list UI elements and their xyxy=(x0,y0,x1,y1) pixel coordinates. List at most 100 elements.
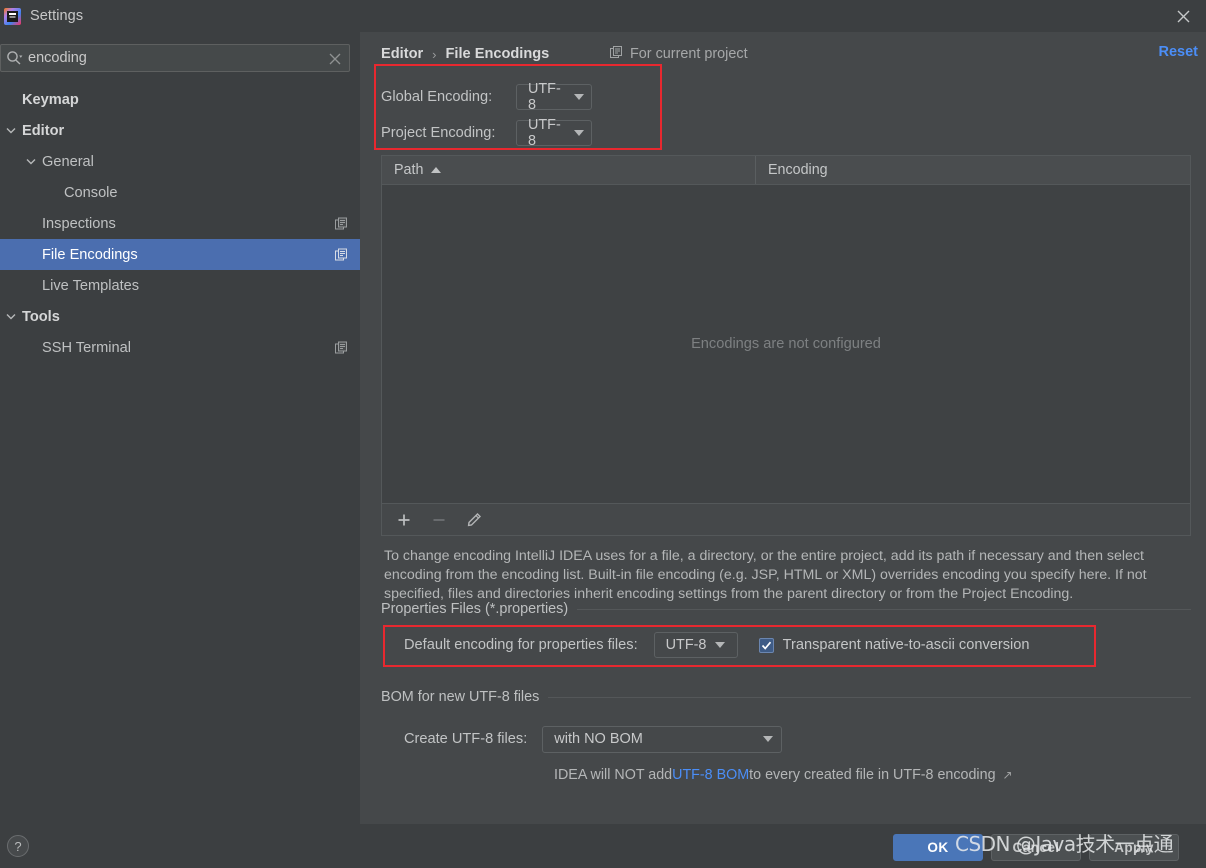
chevron-down-icon xyxy=(574,130,584,136)
add-button[interactable] xyxy=(391,507,417,533)
sidebar-item-tools[interactable]: Tools xyxy=(0,301,360,332)
chevron-down-icon xyxy=(715,642,726,648)
search-box[interactable] xyxy=(0,44,350,72)
project-encoding-select[interactable]: UTF-8 xyxy=(516,117,592,149)
column-header-path[interactable]: Path xyxy=(382,156,756,184)
create-utf8-files-select[interactable]: with NO BOM xyxy=(542,725,783,753)
sidebar-item-label: Keymap xyxy=(22,91,79,108)
section-divider xyxy=(548,696,1191,698)
close-button[interactable] xyxy=(1160,0,1206,32)
help-button[interactable]: ? xyxy=(7,835,29,857)
chevron-down-icon xyxy=(574,94,584,100)
close-icon xyxy=(329,53,341,65)
sidebar-item-label: Live Templates xyxy=(42,277,140,294)
breadcrumb: Editor › File Encodings xyxy=(381,44,549,64)
transparent-native-to-ascii-label: Transparent native-to-ascii conversion xyxy=(782,637,1030,653)
close-icon xyxy=(1177,10,1189,22)
sidebar-item-label: Editor xyxy=(22,122,65,139)
cancel-button[interactable]: Cancel xyxy=(991,834,1081,861)
sidebar-item-editor[interactable]: Editor xyxy=(0,115,360,146)
default-properties-encoding-value: UTF-8 xyxy=(665,637,707,653)
project-scope-icon xyxy=(335,217,348,230)
chevron-down-icon[interactable] xyxy=(0,127,22,134)
plus-icon xyxy=(398,514,410,525)
reset-link[interactable]: Reset xyxy=(1159,44,1199,60)
bom-section-header: BOM for new UTF-8 files xyxy=(381,689,1191,705)
breadcrumb-separator: › xyxy=(432,46,437,62)
sidebar-item-file-encodings[interactable]: File Encodings xyxy=(0,239,360,270)
properties-section-header: Properties Files (*.properties) xyxy=(381,601,1191,617)
search-icon xyxy=(1,45,27,71)
main-panel: Editor › File Encodings For current proj… xyxy=(360,32,1206,824)
sidebar-item-label: File Encodings xyxy=(42,246,138,263)
sidebar-item-label: General xyxy=(42,153,94,170)
search-input[interactable] xyxy=(28,50,321,66)
sidebar-item-label: Tools xyxy=(22,308,60,325)
create-utf8-files-value: with NO BOM xyxy=(554,731,643,747)
column-header-label: Encoding xyxy=(768,162,828,178)
sidebar-item-ssh-terminal[interactable]: SSH Terminal xyxy=(0,332,360,363)
chevron-down-icon xyxy=(763,736,774,742)
global-encoding-row: Global Encoding: UTF-8 xyxy=(381,81,592,113)
global-encoding-select[interactable]: UTF-8 xyxy=(516,81,592,113)
sidebar-item-label: Console xyxy=(64,184,118,201)
transparent-native-to-ascii-checkbox[interactable] xyxy=(758,637,774,653)
column-header-encoding[interactable]: Encoding xyxy=(756,156,1190,184)
encodings-description: To change encoding IntelliJ IDEA uses fo… xyxy=(384,548,1147,603)
breadcrumb-current: File Encodings xyxy=(445,46,550,62)
window-title: Settings xyxy=(30,8,84,24)
project-scope-icon xyxy=(335,248,348,261)
table-empty-message: Encodings are not configured xyxy=(691,336,881,352)
breadcrumb-root[interactable]: Editor xyxy=(381,46,423,62)
sort-ascending-icon xyxy=(431,167,442,173)
sidebar-item-keymap[interactable]: Keymap xyxy=(0,84,360,115)
table-body: Encodings are not configured xyxy=(382,185,1190,503)
column-header-label: Path xyxy=(394,162,424,178)
global-encoding-label: Global Encoding: xyxy=(381,89,493,105)
minus-icon xyxy=(433,518,445,521)
dialog-footer: ? OK Cancel Apply xyxy=(0,824,1206,868)
settings-tree: Keymap Editor General Console Inspection… xyxy=(0,84,360,363)
title-bar: Settings xyxy=(0,0,1206,32)
external-link-icon: ↗ xyxy=(1002,768,1013,782)
ok-button[interactable]: OK xyxy=(893,834,983,861)
encodings-table: Path Encoding Encodings are not configur… xyxy=(381,155,1191,504)
utf8-bom-link[interactable]: UTF-8 BOM xyxy=(672,767,749,783)
apply-button[interactable]: Apply xyxy=(1089,834,1179,861)
pencil-icon xyxy=(467,512,481,526)
create-utf8-files-label: Create UTF-8 files: xyxy=(404,731,528,747)
settings-dialog: Settings encoding Keymap Editor General … xyxy=(0,0,1206,868)
properties-section-title: Properties Files (*.properties) xyxy=(381,601,569,617)
chevron-down-icon[interactable] xyxy=(0,313,22,320)
section-divider xyxy=(577,608,1191,610)
search-clear-button[interactable] xyxy=(321,45,349,71)
sidebar-item-general[interactable]: General xyxy=(0,146,360,177)
checkmark-icon xyxy=(761,641,771,650)
for-current-project-label: For current project xyxy=(610,44,748,64)
sidebar-item-live-templates[interactable]: Live Templates xyxy=(0,270,360,301)
create-utf8-files-row: Create UTF-8 files: with NO BOM xyxy=(404,725,783,753)
project-scope-icon xyxy=(610,45,623,63)
edit-button[interactable] xyxy=(461,507,487,533)
sidebar-item-inspections[interactable]: Inspections xyxy=(0,208,360,239)
project-encoding-row: Project Encoding: UTF-8 xyxy=(381,117,592,149)
for-current-project-text: For current project xyxy=(630,46,748,62)
bom-section-title: BOM for new UTF-8 files xyxy=(381,689,540,705)
sidebar-item-label: Inspections xyxy=(42,215,116,232)
default-properties-encoding-select[interactable]: UTF-8 xyxy=(653,632,738,658)
project-scope-icon xyxy=(335,341,348,354)
remove-button[interactable] xyxy=(426,507,452,533)
sidebar-item-console[interactable]: Console xyxy=(0,177,360,208)
bom-note: IDEA will NOT add UTF-8 BOM to every cre… xyxy=(554,767,1013,783)
table-toolbar xyxy=(381,504,1191,536)
settings-sidebar: Keymap Editor General Console Inspection… xyxy=(0,32,360,824)
intellij-idea-logo-icon xyxy=(4,7,21,25)
bom-note-suffix: to every created file in UTF-8 encoding xyxy=(749,767,996,783)
default-properties-encoding-label: Default encoding for properties files: xyxy=(404,637,638,653)
chevron-down-icon[interactable] xyxy=(20,158,42,165)
sidebar-item-label: SSH Terminal xyxy=(42,339,131,356)
default-properties-encoding-row: Default encoding for properties files: U… xyxy=(404,632,1030,658)
global-encoding-value: UTF-8 xyxy=(528,81,561,113)
project-encoding-value: UTF-8 xyxy=(528,117,561,149)
project-encoding-label: Project Encoding: xyxy=(381,125,496,141)
